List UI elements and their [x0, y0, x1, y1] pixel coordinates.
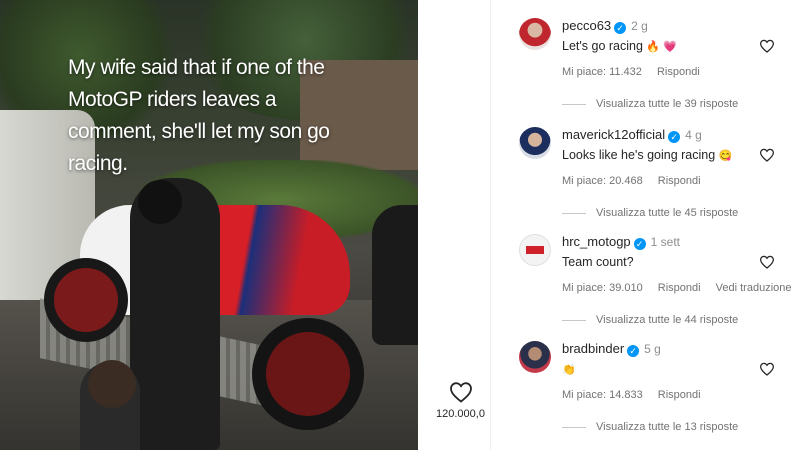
comment-meta: Mi piace: 11.432 Rispondi [562, 66, 712, 78]
comment-username[interactable]: pecco63 ✓ 2 g [562, 18, 648, 34]
avatar[interactable] [519, 341, 551, 373]
reply-button[interactable]: Rispondi [658, 175, 701, 187]
reply-button[interactable]: Rispondi [657, 66, 700, 78]
view-replies-button[interactable]: Visualizza tutte le 13 risposte [562, 421, 738, 433]
comment-likes[interactable]: Mi piace: 39.010 [562, 282, 643, 294]
hrc-logo [526, 246, 544, 254]
username-text: hrc_motogp [562, 234, 631, 249]
motorcycle-front-wheel [44, 258, 128, 342]
avatar[interactable] [519, 234, 551, 266]
comment-likes[interactable]: Mi piace: 11.432 [562, 66, 642, 78]
comment-meta: Mi piace: 39.010 Rispondi Vedi traduzion… [562, 282, 799, 294]
reply-button[interactable]: Rispondi [658, 389, 701, 401]
username-text: bradbinder [562, 341, 625, 356]
motorcycle-rear-wheel [252, 318, 364, 430]
verified-badge-icon: ✓ [614, 22, 627, 34]
verified-badge-icon: ✓ [633, 238, 646, 250]
comment-time: 5 g [644, 342, 661, 356]
comment-like-heart-icon[interactable] [759, 39, 775, 53]
panel-divider [490, 0, 491, 450]
username-text: pecco63 [562, 18, 612, 33]
comment-text: Team count? [562, 255, 634, 269]
comment-like-heart-icon[interactable] [759, 148, 775, 162]
comment-text-body: Looks like he's going racing [562, 148, 716, 162]
person-right [372, 205, 418, 345]
child-head [88, 360, 136, 408]
verified-badge-icon: ✓ [627, 345, 640, 357]
person-pushing-bike [130, 178, 220, 450]
comment-like-heart-icon[interactable] [759, 362, 775, 376]
comment-time: 1 sett [650, 235, 681, 249]
verified-badge-icon: ✓ [668, 131, 681, 143]
comment-likes[interactable]: Mi piace: 20.468 [562, 175, 643, 187]
comment-time: 2 g [631, 19, 648, 33]
comment-text-body: Let's go racing [562, 39, 643, 53]
see-translation-button[interactable]: Vedi traduzione [716, 282, 792, 294]
comment-username[interactable]: maverick12official ✓ 4 g [562, 127, 702, 143]
view-replies-button[interactable]: Visualizza tutte le 39 risposte [562, 98, 738, 110]
reply-button[interactable]: Rispondi [658, 282, 701, 294]
person-head [138, 180, 182, 224]
comment-username[interactable]: hrc_motogp ✓ 1 sett [562, 234, 680, 250]
avatar[interactable] [519, 18, 551, 50]
comment-meta: Mi piace: 14.833 Rispondi [562, 389, 713, 401]
comment-time: 4 g [685, 128, 702, 142]
view-replies-button[interactable]: Visualizza tutte le 45 risposte [562, 207, 738, 219]
view-replies-button[interactable]: Visualizza tutte le 44 risposte [562, 314, 738, 326]
avatar[interactable] [519, 127, 551, 159]
comment-emoji: 😋 [718, 150, 733, 162]
comment-emoji: 👏 [562, 364, 576, 376]
comment-meta: Mi piace: 20.468 Rispondi [562, 175, 713, 187]
like-heart-icon[interactable] [449, 381, 473, 403]
comment-likes[interactable]: Mi piace: 14.833 [562, 389, 643, 401]
post-video[interactable]: My wife said that if one of the MotoGP r… [0, 0, 418, 450]
comment-text: Looks like he's going racing 😋 [562, 148, 732, 162]
video-caption: My wife said that if one of the MotoGP r… [68, 56, 330, 175]
comment-text: 👏 [562, 362, 576, 376]
comment-text: Let's go racing 🔥 💗 [562, 39, 677, 53]
like-count: 120.000,0 [436, 408, 485, 420]
comment-like-heart-icon[interactable] [759, 255, 775, 269]
comment-text-body: Team count? [562, 255, 634, 269]
comment-username[interactable]: bradbinder ✓ 5 g [562, 341, 661, 357]
username-text: maverick12official [562, 127, 666, 142]
comment-emoji: 🔥 💗 [646, 41, 677, 53]
